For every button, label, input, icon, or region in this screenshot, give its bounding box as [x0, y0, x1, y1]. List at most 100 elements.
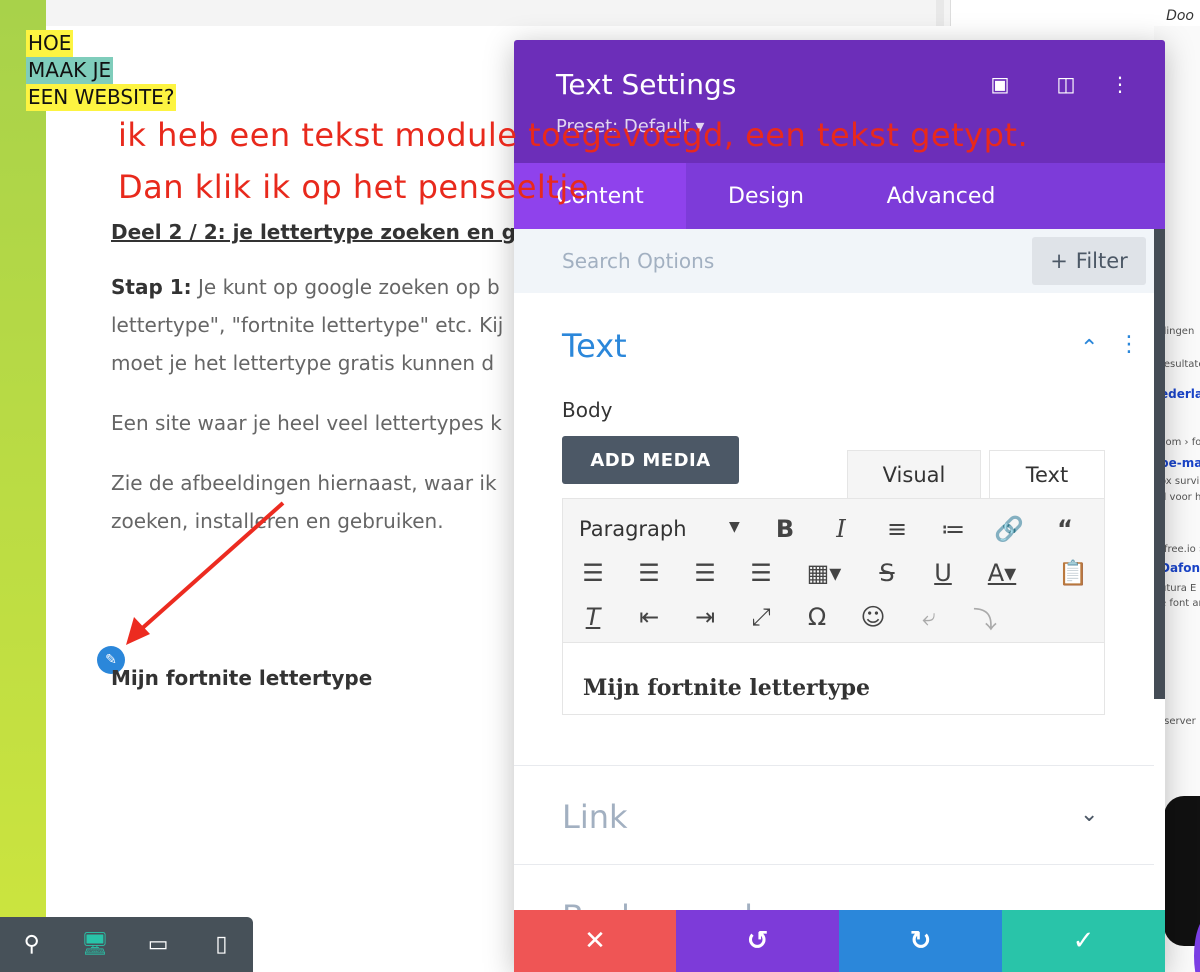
bg-fragment: pe-ma [1160, 456, 1200, 470]
special-character-icon[interactable]: Ω [799, 599, 835, 635]
phone-icon[interactable]: ▯ [190, 917, 253, 972]
bg-fragment: Dafon [1160, 561, 1200, 575]
modal-title: Text Settings [556, 68, 737, 101]
toolbar-row-2: ☰ ☰ ☰ ☰ ▦▾ S U A▾ 📋 [563, 551, 1106, 595]
p3-line-2: zoeken, installeren en gebruiken. [111, 509, 444, 533]
text-color-icon[interactable]: A▾ [977, 555, 1027, 591]
format-select[interactable]: Paragraph [579, 517, 687, 541]
article-heading: Deel 2 / 2: je lettertype zoeken en ge [111, 220, 530, 244]
bg-fragment: utura E [1160, 583, 1197, 594]
tablet-icon[interactable]: ▭ [127, 917, 190, 972]
section-divider [514, 765, 1154, 766]
chevron-down-icon[interactable]: ⌄ [1080, 802, 1098, 827]
settings-tabs: Content Design Advanced [514, 163, 1165, 229]
text-settings-modal: Text Settings Preset: Default ▾ ▣ ◫ ⋮ Co… [514, 40, 1165, 972]
background-separator [936, 0, 944, 26]
bg-fragment: d voor h [1160, 492, 1200, 503]
expand-icon[interactable]: ▣ [988, 72, 1012, 96]
text-section-toggle[interactable]: Text [562, 327, 627, 365]
site-logo[interactable]: HOE MAAK JE EEN WEBSITE? [26, 30, 177, 111]
strikethrough-icon[interactable]: S [869, 555, 905, 591]
editor-heading-text: Mijn fortnite lettertype [583, 675, 870, 701]
background-document-fragment: Doo [950, 0, 1200, 26]
p3-line-1: Zie de afbeeldingen hiernaast, waar ik [111, 471, 497, 495]
emoji-icon[interactable]: ☺ [855, 599, 891, 635]
logo-line-1: HOE [26, 30, 74, 57]
bg-fragment: dingen [1160, 326, 1195, 337]
undo-icon: ↺ [746, 926, 769, 956]
p1-line-3: moet je het lettertype gratis kunnen d [111, 351, 495, 375]
link-section-toggle[interactable]: Link [562, 798, 628, 836]
outdent-icon[interactable]: ⇤ [631, 599, 667, 635]
body-label: Body [562, 398, 613, 422]
blockquote-icon[interactable]: “ [1047, 511, 1083, 547]
tab-advanced[interactable]: Advanced [846, 163, 1036, 229]
bg-fragment: tfree.io › [1160, 544, 1200, 555]
bg-fragment: com › fo [1160, 437, 1200, 448]
modal-footer: ✕ ↺ ↻ ✓ [514, 910, 1165, 972]
toolbar-row-3: T ⇤ ⇥ ⤢ Ω ☺ ⤶ ⤵ [563, 595, 1106, 639]
redo-button[interactable]: ↻ [839, 910, 1002, 972]
indent-icon[interactable]: ⇥ [687, 599, 723, 635]
p1-line-1: Je kunt op google zoeken op b [191, 275, 500, 299]
italic-icon[interactable]: I [823, 511, 859, 547]
editor-content-area[interactable]: Mijn fortnite lettertype [562, 643, 1105, 715]
annotation-line-2: Dan klik ik op het penseeltje [118, 168, 589, 206]
fullscreen-icon[interactable]: ⤢ [743, 599, 779, 635]
section-options-icon[interactable]: ⋮ [1118, 332, 1140, 357]
article-content: Deel 2 / 2: je lettertype zoeken en ge S… [111, 218, 531, 540]
add-media-button[interactable]: ADD MEDIA [562, 436, 739, 484]
discard-button[interactable]: ✕ [514, 910, 676, 972]
logo-line-3: EEN WEBSITE? [26, 84, 177, 111]
table-icon[interactable]: ▦▾ [799, 555, 849, 591]
bg-fragment: rserver [1160, 716, 1196, 727]
link-icon[interactable]: 🔗 [991, 511, 1027, 547]
bg-fragment: ederlan [1160, 387, 1200, 401]
modal-scrollbar[interactable] [1154, 229, 1165, 699]
justify-icon[interactable]: ☰ [743, 555, 779, 591]
editor-tab-text[interactable]: Text [989, 450, 1105, 498]
bullet-list-icon[interactable]: ≡ [879, 511, 915, 547]
split-view-icon[interactable]: ◫ [1054, 72, 1078, 96]
paste-as-text-icon[interactable]: 📋 [1055, 555, 1091, 591]
clear-formatting-icon[interactable]: T [575, 599, 611, 635]
align-left-icon[interactable]: ☰ [575, 555, 611, 591]
chevron-down-icon[interactable]: ▼ [729, 519, 740, 535]
align-center-icon[interactable]: ☰ [631, 555, 667, 591]
editor-tab-visual[interactable]: Visual [847, 450, 981, 498]
desktop-icon[interactable]: 🖥 [63, 917, 126, 972]
p1-line-2: lettertype", "fortnite lettertype" etc. … [111, 313, 504, 337]
search-options-input[interactable]: Search Options [562, 249, 714, 273]
more-options-icon[interactable]: ⋮ [1108, 72, 1132, 96]
toolbar-row-1: Paragraph ▼ B I ≡ ≔ 🔗 “ [563, 507, 1106, 551]
builder-bottom-toolbar: ⚲ 🖥 ▭ ▯ [0, 917, 253, 972]
page-left-accent-bar [0, 0, 46, 972]
bg-fragment: ox survi [1160, 476, 1200, 487]
tab-design[interactable]: Design [686, 163, 846, 229]
zoom-icon[interactable]: ⚲ [0, 917, 63, 972]
redo-icon[interactable]: ⤵ [967, 599, 1003, 635]
rich-text-toolbar: Paragraph ▼ B I ≡ ≔ 🔗 “ ☰ ☰ ☰ ☰ ▦▾ S U A… [562, 498, 1105, 643]
align-right-icon[interactable]: ☰ [687, 555, 723, 591]
undo-icon[interactable]: ⤶ [911, 599, 947, 635]
plus-icon: + [1050, 249, 1068, 273]
article-paragraph-1: Stap 1: Je kunt op google zoeken op b le… [111, 268, 531, 382]
annotation-line-1: ik heb een tekst module toegevoegd, een … [118, 116, 1029, 154]
underline-icon[interactable]: U [925, 555, 961, 591]
undo-button[interactable]: ↺ [676, 910, 839, 972]
bg-fragment: resultate [1160, 359, 1200, 370]
article-paragraph-2: Een site waar je heel veel lettertypes k [111, 411, 502, 435]
close-icon: ✕ [584, 926, 606, 956]
redo-icon: ↻ [909, 926, 932, 956]
article-paragraph-3: Zie de afbeeldingen hiernaast, waar ik z… [111, 464, 531, 540]
checkmark-icon: ✓ [1072, 926, 1095, 956]
filter-button[interactable]: + Filter [1032, 237, 1146, 285]
chevron-up-icon[interactable]: ⌃ [1080, 336, 1098, 361]
text-module-content[interactable]: Mijn fortnite lettertype [111, 666, 372, 690]
bold-icon[interactable]: B [767, 511, 803, 547]
search-options-row: Search Options + Filter [514, 229, 1154, 293]
filter-label: Filter [1075, 249, 1128, 273]
numbered-list-icon[interactable]: ≔ [935, 511, 971, 547]
save-button[interactable]: ✓ [1002, 910, 1165, 972]
section-divider [514, 864, 1154, 865]
